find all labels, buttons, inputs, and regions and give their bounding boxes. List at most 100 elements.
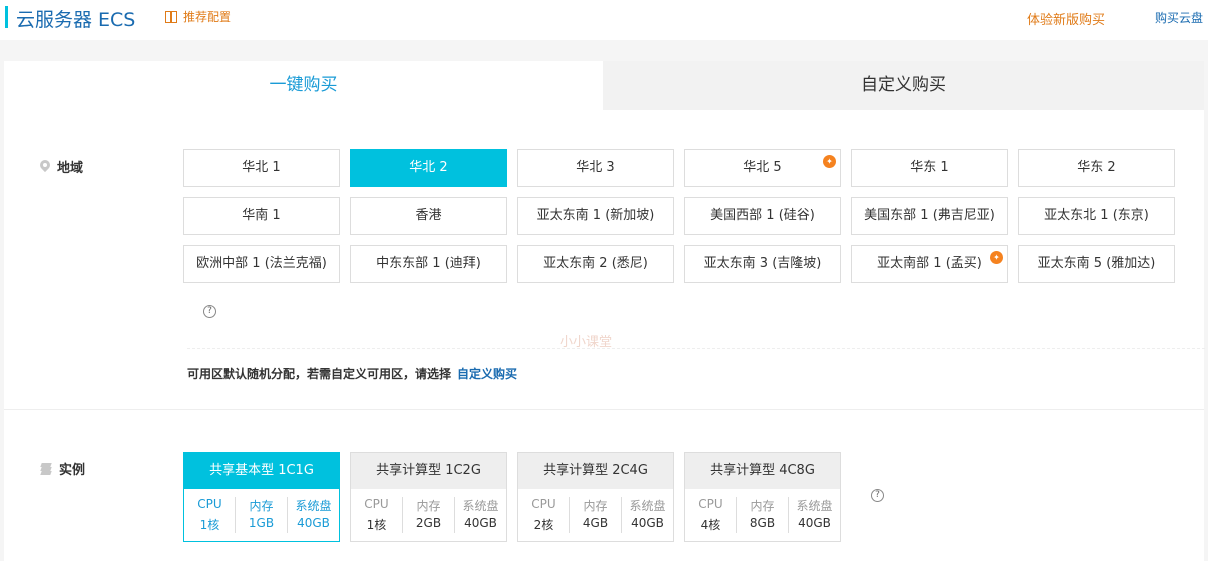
new-badge-icon: ✦	[990, 251, 1003, 264]
region-option[interactable]: 亚太东南 5 (雅加达)	[1018, 245, 1175, 283]
region-option[interactable]: 亚太东南 3 (吉隆坡)	[684, 245, 841, 283]
region-option-label: 亚太东南 2 (悉尼)	[543, 256, 648, 271]
recommend-config-link[interactable]: 推荐配置	[165, 8, 231, 25]
buy-disk-link[interactable]: 购买云盘	[1155, 9, 1203, 26]
region-option[interactable]: 华北 1	[183, 149, 340, 187]
spec-key: 系统盘	[629, 499, 666, 513]
purchase-tabs: 一键购买 自定义购买	[4, 61, 1204, 110]
instance-spec: 系统盘 40GB	[454, 497, 506, 533]
custom-buy-link[interactable]: 自定义购买	[457, 367, 517, 381]
region-option-label: 欧洲中部 1 (法兰克福)	[196, 256, 327, 271]
spec-key: CPU	[364, 497, 389, 511]
region-option[interactable]: 华东 1	[851, 149, 1008, 187]
region-option[interactable]: 华东 2	[1018, 149, 1175, 187]
new-badge-icon: ✦	[823, 155, 836, 168]
instance-spec: CPU 2核	[518, 497, 569, 533]
region-option-label: 亚太东南 5 (雅加达)	[1037, 256, 1156, 271]
recommend-label: 推荐配置	[183, 10, 232, 24]
region-label: 地域	[57, 161, 84, 176]
watermark: 小小课堂	[560, 335, 613, 350]
spec-value: 1GB	[248, 516, 275, 530]
region-option[interactable]: 亚太东南 2 (悉尼)	[517, 245, 674, 283]
new-version-link[interactable]: 体验新版购买	[1027, 9, 1105, 28]
purchase-panel: 一键购买 自定义购买 地域 华北 1 华北 2 华北 3 华北 5 ✦ 华东 1 华东 2 华…	[4, 61, 1205, 561]
instance-option[interactable]: 共享计算型 4C8G CPU 4核 内存 8GB 系统盘 40GB	[684, 452, 841, 542]
gift-icon	[165, 10, 177, 23]
region-option-label: 华北 5	[743, 160, 782, 175]
instance-option[interactable]: 共享计算型 1C2G CPU 1核 内存 2GB 系统盘 40GB	[350, 452, 507, 542]
question-circle-icon[interactable]: ?	[203, 305, 216, 318]
region-option-label: 中东东部 1 (迪拜)	[376, 256, 481, 271]
zone-note-text: 可用区默认随机分配，若需自定义可用区，请选择	[187, 367, 452, 381]
top-bar: 云服务器 ECS 推荐配置 体验新版购买 购买云盘	[0, 0, 1208, 40]
spec-key: CPU	[531, 497, 556, 511]
question-circle-icon[interactable]: ?	[871, 489, 884, 502]
spec-value: 2GB	[415, 516, 442, 530]
region-option[interactable]: 亚太南部 1 (孟买) ✦	[851, 245, 1008, 283]
region-option[interactable]: 香港	[350, 197, 507, 235]
region-option-label: 华东 2	[1077, 160, 1116, 175]
instance-option-title: 共享计算型 2C4G	[518, 453, 673, 489]
spec-value: 4核	[700, 518, 721, 532]
region-section-label: 地域	[40, 157, 83, 176]
region-option[interactable]: 华北 5 ✦	[684, 149, 841, 187]
spec-key: 系统盘	[295, 499, 332, 513]
zone-note: 可用区默认随机分配，若需自定义可用区，请选择 自定义购买	[187, 365, 517, 382]
region-option-label: 亚太东南 1 (新加坡)	[536, 208, 655, 223]
region-option[interactable]: 华北 2	[350, 149, 507, 187]
region-option-label: 香港	[415, 208, 442, 223]
spec-value: 2核	[533, 518, 554, 532]
instance-option-title: 共享计算型 4C8G	[685, 453, 840, 489]
spec-value: 8GB	[749, 516, 776, 530]
region-option-label: 华北 1	[242, 160, 281, 175]
region-option-label: 亚太南部 1 (孟买)	[877, 256, 982, 271]
region-option-label: 华东 1	[910, 160, 949, 175]
spec-key: 内存	[750, 499, 775, 513]
spec-value: 40GB	[798, 516, 831, 530]
tab-quick-buy[interactable]: 一键购买	[4, 61, 603, 110]
instance-spec: 系统盘 40GB	[287, 497, 339, 533]
spec-key: 内存	[583, 499, 608, 513]
region-option[interactable]: 美国东部 1 (弗吉尼亚)	[851, 197, 1008, 235]
instance-option[interactable]: 共享计算型 2C4G CPU 2核 内存 4GB 系统盘 40GB	[517, 452, 674, 542]
spec-key: 内存	[249, 499, 274, 513]
tab-custom-buy[interactable]: 自定义购买	[603, 61, 1204, 110]
region-option-label: 美国西部 1 (硅谷)	[710, 208, 815, 223]
region-option[interactable]: 美国西部 1 (硅谷)	[684, 197, 841, 235]
brand-accent-bar	[5, 6, 8, 28]
instance-spec: CPU 4核	[685, 497, 736, 533]
instance-spec: 内存 4GB	[569, 497, 621, 533]
instance-spec: CPU 1核	[184, 497, 235, 533]
instance-option-title: 共享计算型 1C2G	[351, 453, 506, 489]
region-option[interactable]: 亚太东北 1 (东京)	[1018, 197, 1175, 235]
region-option[interactable]: 华南 1	[183, 197, 340, 235]
stack-icon	[40, 463, 52, 475]
region-option[interactable]: 亚太东南 1 (新加坡)	[517, 197, 674, 235]
page-title: 云服务器 ECS	[16, 9, 136, 31]
instance-spec: 内存 1GB	[235, 497, 287, 533]
instance-spec: 内存 2GB	[402, 497, 454, 533]
region-option-label: 亚太东南 3 (吉隆坡)	[703, 256, 822, 271]
region-option[interactable]: 欧洲中部 1 (法兰克福)	[183, 245, 340, 283]
spec-key: 系统盘	[796, 499, 833, 513]
region-option-label: 华北 2	[409, 160, 448, 175]
instance-spec: CPU 1核	[351, 497, 402, 533]
instance-label: 实例	[59, 463, 86, 478]
spec-value: 40GB	[631, 516, 664, 530]
region-option-label: 亚太东北 1 (东京)	[1044, 208, 1149, 223]
spec-key: 内存	[416, 499, 441, 513]
spec-value: 40GB	[464, 516, 497, 530]
location-pin-icon	[40, 160, 50, 173]
spec-value: 40GB	[297, 516, 330, 530]
region-option[interactable]: 华北 3	[517, 149, 674, 187]
region-option[interactable]: 中东东部 1 (迪拜)	[350, 245, 507, 283]
instance-spec: 系统盘 40GB	[788, 497, 840, 533]
instance-spec: 内存 8GB	[736, 497, 788, 533]
instance-section-label: 实例	[40, 459, 85, 478]
section-divider	[4, 409, 1204, 410]
spec-key: CPU	[698, 497, 723, 511]
spec-value: 1核	[199, 518, 220, 532]
instance-option[interactable]: 共享基本型 1C1G CPU 1核 内存 1GB 系统盘 40GB	[183, 452, 340, 542]
instance-spec: 系统盘 40GB	[621, 497, 673, 533]
region-option-label: 华南 1	[242, 208, 281, 223]
